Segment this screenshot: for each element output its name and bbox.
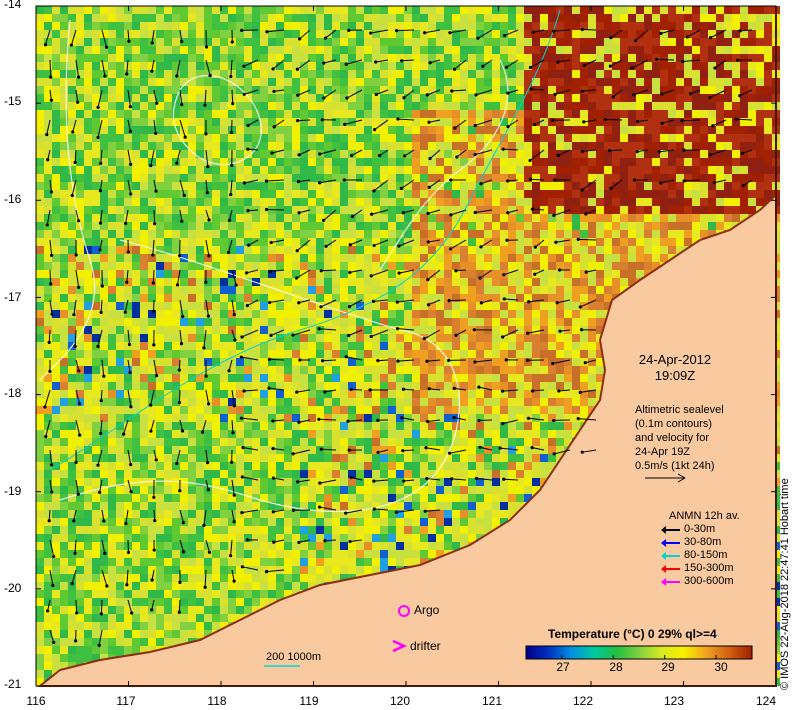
legend-item-label: 30-80m <box>684 536 722 548</box>
colorbar-tick-label: 29 <box>661 660 675 674</box>
legend-item: 30-80m <box>661 536 740 549</box>
lon-tick-label: 121 <box>481 694 503 708</box>
legend-arrow-icon <box>661 564 680 573</box>
altimetry-annotation: Altimetric sealevel (0.1m contours) and … <box>635 403 724 473</box>
legend-item-label: 0-30m <box>684 523 716 535</box>
colorbar-tick-label: 27 <box>556 660 570 674</box>
lon-tick-label: 122 <box>572 694 594 708</box>
scale-label: 200 1000m <box>266 651 322 663</box>
argo-label: Argo <box>414 603 440 617</box>
colorbar-title: Temperature (°C) 0 29% ql>=4 <box>548 627 717 641</box>
colorbar-tick-label: 28 <box>609 660 623 674</box>
credit-text: © IMOS 22-Aug-2018 22:47:41 Hobart time <box>779 478 791 690</box>
legend-item-label: 150-300m <box>684 562 734 574</box>
lat-tick-label: -20 <box>4 581 22 595</box>
legend-item-label: 300-600m <box>684 575 734 587</box>
lat-tick-label: -14 <box>4 0 22 11</box>
lon-tick-label: 118 <box>207 694 227 708</box>
legend-arrow-icon <box>661 577 680 586</box>
altimetry-line: 24-Apr 19Z <box>635 446 691 458</box>
lon-tick-label: 116 <box>26 694 46 708</box>
lat-tick-label: -18 <box>4 386 22 400</box>
legend-arrow-icon <box>661 525 680 534</box>
legend-arrow-icon <box>661 551 680 560</box>
lat-tick-label: -17 <box>4 290 22 304</box>
lon-tick-label: 117 <box>116 694 136 708</box>
lat-tick-label: -19 <box>4 484 22 498</box>
legend-item: 0-30m <box>661 523 740 536</box>
altimetry-line: 0.5m/s (1kt 24h) <box>635 460 715 472</box>
lon-tick-label: 124 <box>755 694 777 708</box>
colorbar <box>525 645 753 660</box>
lat-tick-label: -21 <box>4 677 22 691</box>
altimetry-line: Altimetric sealevel <box>635 404 724 416</box>
date-time-annotation: 24-Apr-2012 19:09Z <box>620 352 730 384</box>
mooring-legend: ANMN 12h av. 0-30m 30-80m 80-150m 150-30… <box>661 510 740 588</box>
legend-title: ANMN 12h av. <box>669 510 740 522</box>
lat-tick-label: -16 <box>4 192 22 206</box>
time-text: 19:09Z <box>654 368 696 383</box>
lon-tick-label: 123 <box>663 694 685 708</box>
date-text: 24-Apr-2012 <box>638 352 712 367</box>
lon-tick-label: 120 <box>389 694 411 708</box>
lon-tick-label: 119 <box>299 694 319 708</box>
legend-item: 80-150m <box>661 549 740 562</box>
legend-item: 300-600m <box>661 575 740 588</box>
legend-item-label: 80-150m <box>684 549 728 561</box>
altimetry-line: (0.1m contours) <box>635 418 713 430</box>
legend-item: 150-300m <box>661 562 740 575</box>
altimetry-line: and velocity for <box>635 432 709 444</box>
legend-arrow-icon <box>661 538 680 547</box>
colorbar-tick-label: 30 <box>714 660 728 674</box>
drifter-label: drifter <box>410 639 441 653</box>
lat-tick-label: -15 <box>4 94 22 108</box>
